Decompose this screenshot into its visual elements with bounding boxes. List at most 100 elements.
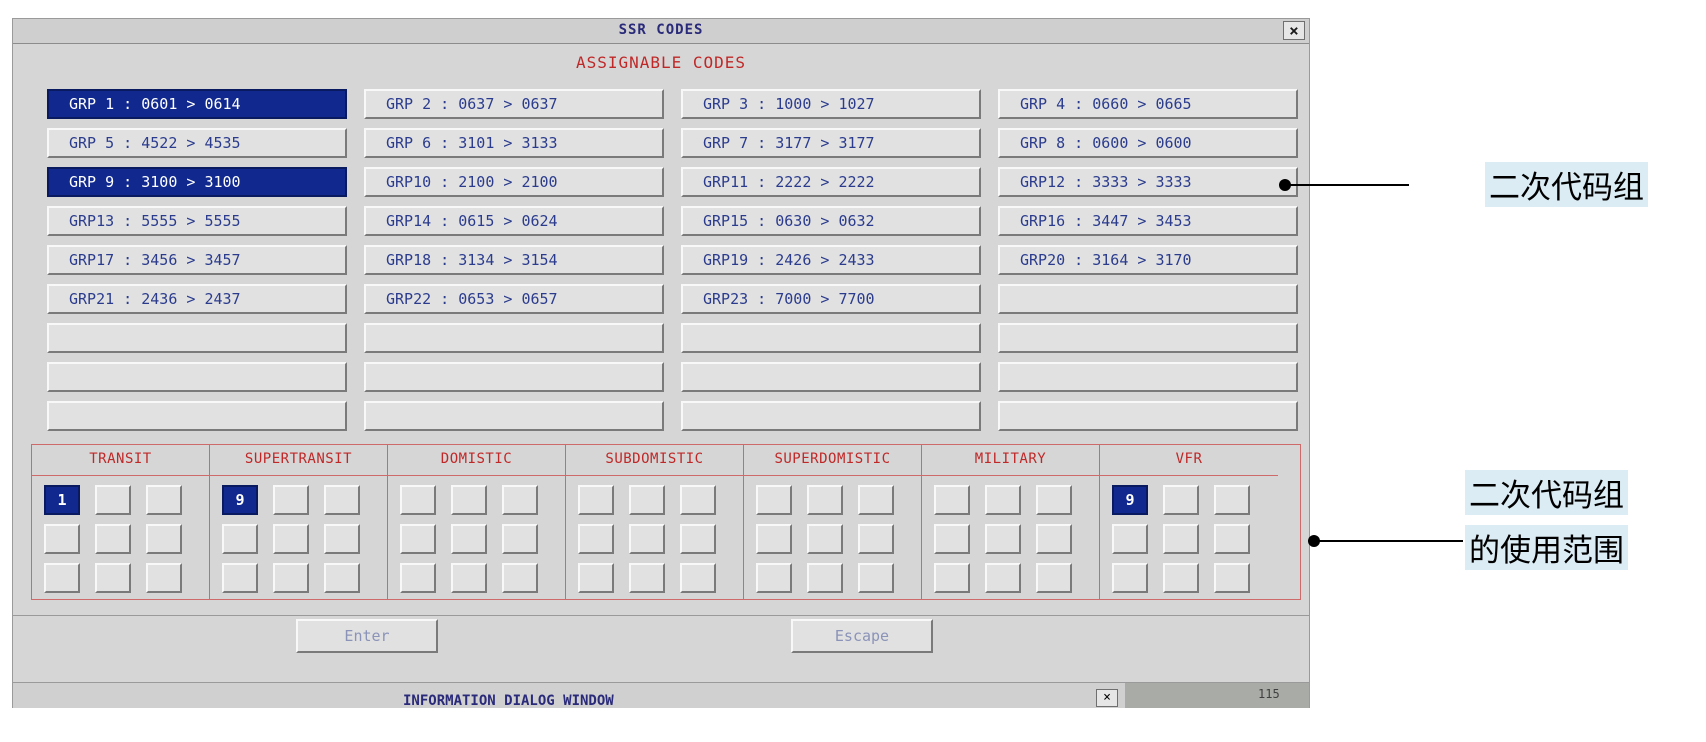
category-code-cell[interactable] [756, 563, 792, 593]
category-code-cell[interactable] [1036, 485, 1072, 515]
category-code-cell[interactable] [1112, 563, 1148, 593]
category-code-cell[interactable] [222, 524, 258, 554]
category-code-cell[interactable] [578, 485, 614, 515]
close-button[interactable]: × [1283, 21, 1305, 40]
category-code-cell[interactable] [1214, 563, 1250, 593]
category-code-cell[interactable] [502, 524, 538, 554]
category-code-cell[interactable] [95, 524, 131, 554]
category-code-cell[interactable]: 9 [222, 485, 258, 515]
category-code-cell[interactable]: 9 [1112, 485, 1148, 515]
info-close-button[interactable]: × [1096, 689, 1118, 707]
empty-group-slot[interactable] [47, 323, 347, 353]
category-code-cell[interactable] [985, 524, 1021, 554]
group-code-button[interactable]: GRP 7 : 3177 > 3177 [681, 128, 981, 158]
category-code-cell[interactable] [146, 524, 182, 554]
category-code-cell[interactable] [1163, 485, 1199, 515]
category-code-cell[interactable] [1112, 524, 1148, 554]
empty-group-slot[interactable] [998, 401, 1298, 431]
empty-group-slot[interactable] [364, 362, 664, 392]
category-code-cell[interactable] [934, 563, 970, 593]
group-code-button[interactable]: GRP 4 : 0660 > 0665 [998, 89, 1298, 119]
category-code-cell[interactable] [451, 563, 487, 593]
group-code-button[interactable]: GRP15 : 0630 > 0632 [681, 206, 981, 236]
category-code-cell[interactable] [324, 485, 360, 515]
category-code-cell[interactable] [934, 524, 970, 554]
empty-group-slot[interactable] [364, 323, 664, 353]
group-code-button[interactable]: GRP 5 : 4522 > 4535 [47, 128, 347, 158]
category-code-cell[interactable] [934, 485, 970, 515]
category-code-cell[interactable] [95, 563, 131, 593]
category-code-cell[interactable] [1214, 524, 1250, 554]
group-code-button[interactable]: GRP23 : 7000 > 7700 [681, 284, 981, 314]
escape-button[interactable]: Escape [791, 619, 933, 653]
group-code-button[interactable]: GRP22 : 0653 > 0657 [364, 284, 664, 314]
category-code-cell[interactable] [324, 563, 360, 593]
category-code-cell[interactable] [146, 563, 182, 593]
empty-group-slot[interactable] [998, 284, 1298, 314]
category-code-cell[interactable] [629, 485, 665, 515]
category-code-cell[interactable] [1214, 485, 1250, 515]
category-code-cell[interactable] [807, 563, 843, 593]
category-code-cell[interactable]: 1 [44, 485, 80, 515]
group-code-button[interactable]: GRP 3 : 1000 > 1027 [681, 89, 981, 119]
category-code-cell[interactable] [807, 485, 843, 515]
empty-group-slot[interactable] [681, 323, 981, 353]
group-code-button[interactable]: GRP21 : 2436 > 2437 [47, 284, 347, 314]
category-code-cell[interactable] [400, 524, 436, 554]
enter-button[interactable]: Enter [296, 619, 438, 653]
category-code-cell[interactable] [756, 524, 792, 554]
empty-group-slot[interactable] [681, 362, 981, 392]
category-code-cell[interactable] [680, 524, 716, 554]
category-code-cell[interactable] [1163, 524, 1199, 554]
category-code-cell[interactable] [95, 485, 131, 515]
group-code-button[interactable]: GRP10 : 2100 > 2100 [364, 167, 664, 197]
empty-group-slot[interactable] [998, 323, 1298, 353]
group-code-button[interactable]: GRP 1 : 0601 > 0614 [47, 89, 347, 119]
category-code-cell[interactable] [680, 485, 716, 515]
group-code-button[interactable]: GRP11 : 2222 > 2222 [681, 167, 981, 197]
category-code-cell[interactable] [273, 485, 309, 515]
category-code-cell[interactable] [273, 563, 309, 593]
category-code-cell[interactable] [680, 563, 716, 593]
empty-group-slot[interactable] [47, 401, 347, 431]
group-code-button[interactable]: GRP 6 : 3101 > 3133 [364, 128, 664, 158]
group-code-button[interactable]: GRP13 : 5555 > 5555 [47, 206, 347, 236]
group-code-button[interactable]: GRP17 : 3456 > 3457 [47, 245, 347, 275]
group-code-button[interactable]: GRP20 : 3164 > 3170 [998, 245, 1298, 275]
group-code-button[interactable]: GRP 9 : 3100 > 3100 [47, 167, 347, 197]
category-code-cell[interactable] [324, 524, 360, 554]
category-code-cell[interactable] [502, 485, 538, 515]
group-code-button[interactable]: GRP14 : 0615 > 0624 [364, 206, 664, 236]
category-code-cell[interactable] [146, 485, 182, 515]
category-code-cell[interactable] [629, 524, 665, 554]
empty-group-slot[interactable] [47, 362, 347, 392]
category-code-cell[interactable] [629, 563, 665, 593]
group-code-button[interactable]: GRP16 : 3447 > 3453 [998, 206, 1298, 236]
category-code-cell[interactable] [858, 563, 894, 593]
category-code-cell[interactable] [1036, 563, 1072, 593]
category-code-cell[interactable] [858, 524, 894, 554]
category-code-cell[interactable] [578, 563, 614, 593]
category-code-cell[interactable] [756, 485, 792, 515]
category-code-cell[interactable] [578, 524, 614, 554]
category-code-cell[interactable] [985, 485, 1021, 515]
group-code-button[interactable]: GRP 2 : 0637 > 0637 [364, 89, 664, 119]
category-code-cell[interactable] [222, 563, 258, 593]
category-code-cell[interactable] [273, 524, 309, 554]
title-bar[interactable]: SSR CODES × [13, 19, 1309, 44]
group-code-button[interactable]: GRP 8 : 0600 > 0600 [998, 128, 1298, 158]
empty-group-slot[interactable] [364, 401, 664, 431]
group-code-button[interactable]: GRP19 : 2426 > 2433 [681, 245, 981, 275]
category-code-cell[interactable] [1163, 563, 1199, 593]
category-code-cell[interactable] [451, 524, 487, 554]
category-code-cell[interactable] [807, 524, 843, 554]
group-code-button[interactable]: GRP12 : 3333 > 3333 [998, 167, 1298, 197]
group-code-button[interactable]: GRP18 : 3134 > 3154 [364, 245, 664, 275]
category-code-cell[interactable] [44, 563, 80, 593]
category-code-cell[interactable] [858, 485, 894, 515]
empty-group-slot[interactable] [681, 401, 981, 431]
category-code-cell[interactable] [400, 563, 436, 593]
empty-group-slot[interactable] [998, 362, 1298, 392]
category-code-cell[interactable] [502, 563, 538, 593]
category-code-cell[interactable] [1036, 524, 1072, 554]
